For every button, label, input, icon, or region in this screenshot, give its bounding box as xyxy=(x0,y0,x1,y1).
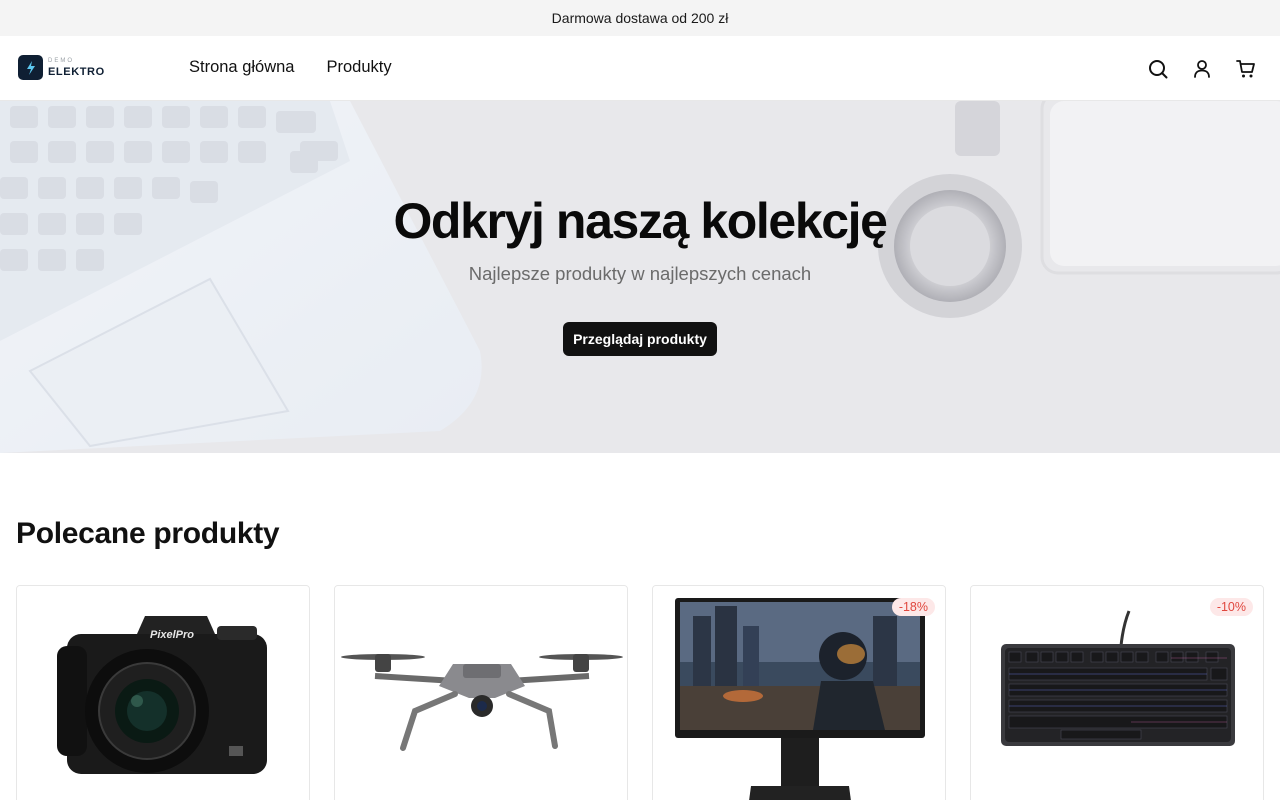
browse-products-button[interactable]: Przeglądaj produkty xyxy=(563,322,717,356)
product-card-keyboard[interactable]: -10% xyxy=(970,585,1264,800)
hero-subtitle: Najlepsze produkty w najlepszych cenach xyxy=(468,263,812,284)
product-card-camera[interactable]: PixelPro xyxy=(16,585,310,800)
featured-title: Polecane produkty xyxy=(16,517,280,550)
monitor-image xyxy=(653,586,945,800)
logo-name: ELEKTRO xyxy=(48,65,105,78)
camera-image xyxy=(17,586,309,800)
keyboard-image xyxy=(971,586,1263,800)
camera-brand-label: PixelPro xyxy=(150,629,195,641)
discount-badge: -18% xyxy=(891,598,935,616)
product-card-drone[interactable] xyxy=(334,585,628,800)
product-card-monitor[interactable]: -18% xyxy=(652,585,946,800)
search-icon[interactable] xyxy=(1147,58,1169,80)
hero-banner: Odkryj naszą kolekcję Najlepsze produkty… xyxy=(0,101,1280,453)
announcement-text: Darmowa dostawa od 200 zł xyxy=(551,10,729,26)
nav-home[interactable]: Strona główna xyxy=(189,58,295,77)
logo-small-text: DEMO xyxy=(48,57,74,64)
lightning-icon xyxy=(18,55,43,80)
announcement-bar: Darmowa dostawa od 200 zł xyxy=(0,0,1280,36)
hero-title: Odkryj naszą kolekcję xyxy=(393,193,888,249)
user-icon[interactable] xyxy=(1191,58,1213,80)
cart-icon[interactable] xyxy=(1235,58,1257,80)
discount-badge: -10% xyxy=(1209,598,1253,616)
site-header: DEMO ELEKTRO Strona główna Produkty xyxy=(0,36,1280,101)
logo[interactable]: DEMO ELEKTRO xyxy=(18,55,105,80)
nav-products[interactable]: Produkty xyxy=(327,58,392,77)
main-nav: Strona główna Produkty xyxy=(189,58,392,77)
drone-image xyxy=(335,586,627,800)
